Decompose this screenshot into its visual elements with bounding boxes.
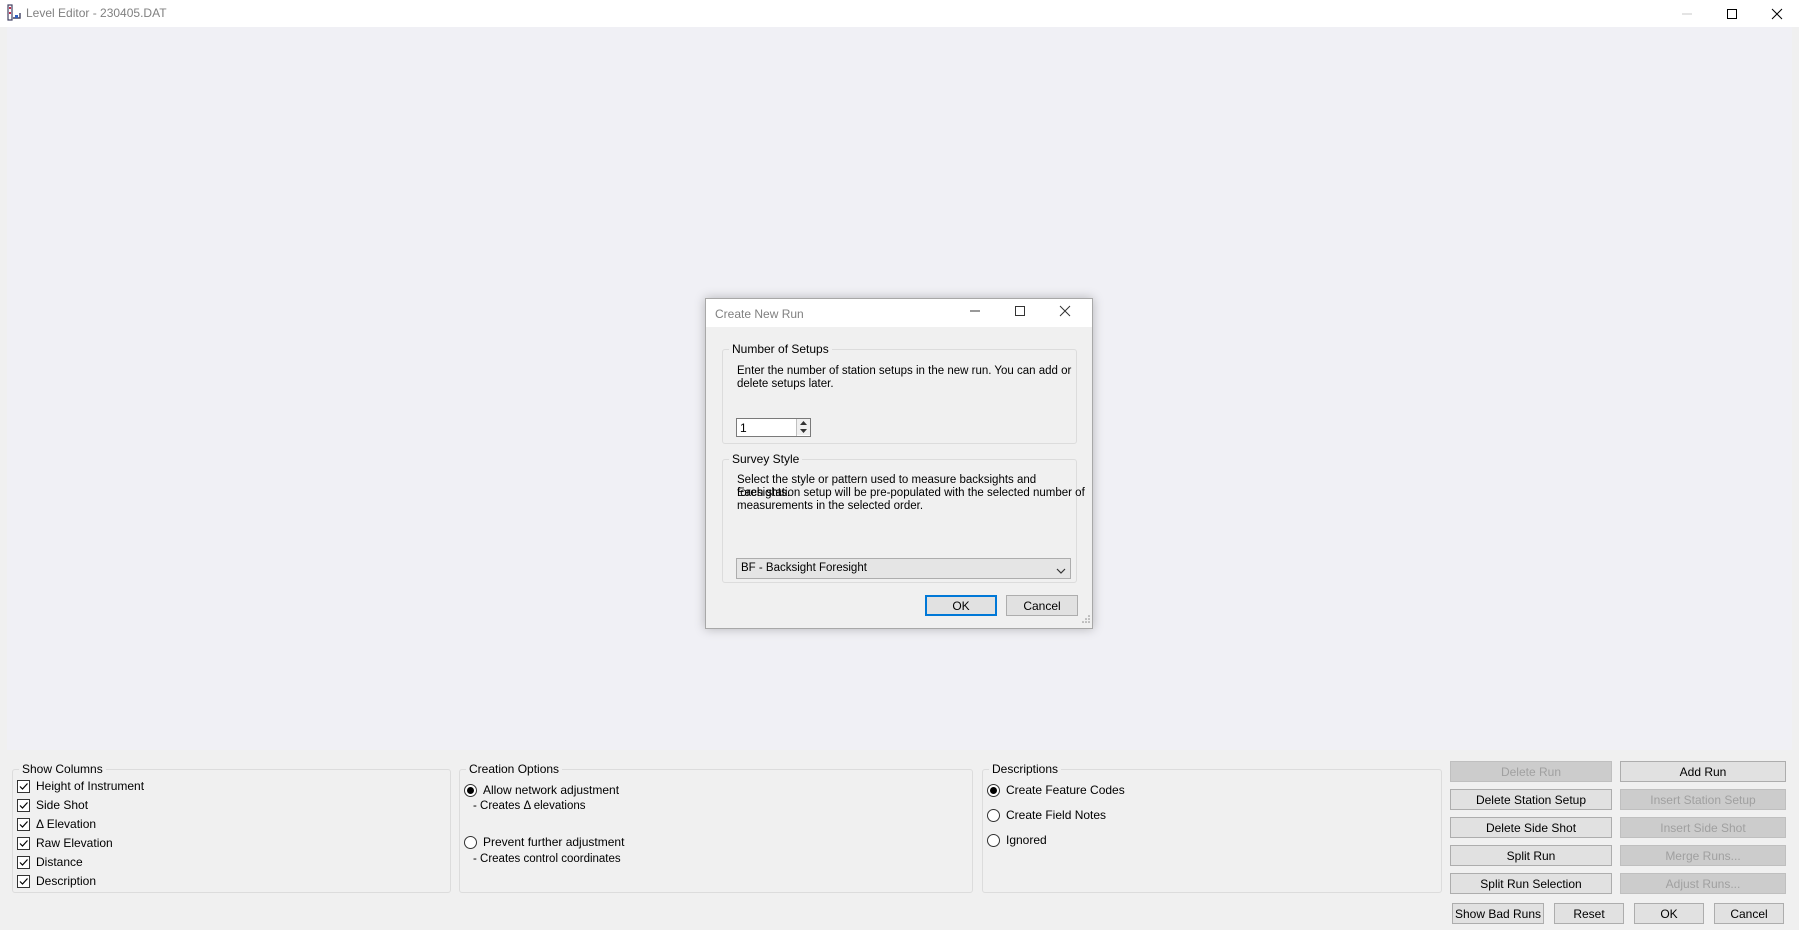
dialog-cancel-button[interactable]: Cancel [1006,595,1078,616]
checkbox-label: Side Shot [36,798,89,812]
create-new-run-dialog: Create New Run Number of Setups Enter th… [705,298,1093,629]
checkmark-icon [19,820,28,828]
checkmark-icon [19,877,28,885]
show-delta-elevation-checkbox[interactable]: Δ Elevation [17,816,96,832]
ignored-radio[interactable]: Ignored [987,832,1047,848]
prevent-adjustment-note: - Creates control coordinates [473,853,621,865]
radio-button[interactable] [464,783,477,797]
dialog-minimize-button[interactable] [969,305,985,321]
checkbox-box[interactable] [17,779,30,793]
add-run-button[interactable]: Add Run [1620,761,1786,782]
survey-style-value: BF - Backsight Foresight [741,562,867,574]
checkbox-label: Description [36,874,97,888]
prevent-further-adjustment-radio[interactable]: Prevent further adjustment [464,834,624,850]
descriptions-group: Descriptions Create Feature Codes Create… [982,762,1442,893]
split-run-selection-button[interactable]: Split Run Selection [1450,873,1612,894]
radio-label: Allow network adjustment [483,783,620,797]
level-editor-app-icon [6,4,22,21]
dialog-title-bar: Create New Run [706,299,1092,327]
show-distance-checkbox[interactable]: Distance [17,854,83,870]
allow-adjustment-note: - Creates Δ elevations [473,800,586,812]
maximize-icon [1726,8,1737,19]
checkbox-label: Distance [36,855,83,869]
show-description-checkbox[interactable]: Description [17,873,96,889]
chevron-down-icon [1056,564,1066,578]
title-bar: Level Editor - 230405.DAT [0,0,1799,27]
adjust-runs-button[interactable]: Adjust Runs... [1620,873,1786,894]
radio-button[interactable] [987,833,1000,847]
radio-button[interactable] [464,835,477,849]
delete-station-setup-button[interactable]: Delete Station Setup [1450,789,1612,810]
survey-style-dropdown[interactable]: BF - Backsight Foresight [736,558,1071,579]
allow-network-adjustment-radio[interactable]: Allow network adjustment [464,782,619,798]
dialog-ok-button[interactable]: OK [925,595,997,616]
delete-run-button[interactable]: Delete Run [1450,761,1612,782]
insert-station-setup-button[interactable]: Insert Station Setup [1620,789,1786,810]
show-columns-group: Show Columns Height of Instrument Side S… [12,762,451,893]
split-run-button[interactable]: Split Run [1450,845,1612,866]
checkbox-label: Raw Elevation [36,836,113,850]
checkbox-box[interactable] [17,855,30,869]
style-description-line2: Each station setup will be pre-populated… [737,487,1085,499]
create-field-notes-radio[interactable]: Create Field Notes [987,807,1106,823]
create-feature-codes-radio[interactable]: Create Feature Codes [987,782,1125,798]
dialog-close-button[interactable] [1059,305,1075,321]
spinner-down-arrow-icon[interactable] [797,427,810,435]
dialog-maximize-button[interactable] [1014,305,1030,321]
merge-runs-button[interactable]: Merge Runs... [1620,845,1786,866]
checkmark-icon [19,839,28,847]
descriptions-label: Descriptions [989,762,1062,776]
radio-label: Create Feature Codes [1006,783,1125,797]
show-bad-runs-button[interactable]: Show Bad Runs [1452,903,1544,924]
reset-button[interactable]: Reset [1554,903,1624,924]
show-columns-label: Show Columns [19,762,106,776]
radio-label: Prevent further adjustment [483,835,625,849]
resize-grip-icon[interactable] [1082,612,1090,626]
checkbox-box[interactable] [17,874,30,888]
checkbox-box[interactable] [17,836,30,850]
close-button[interactable] [1754,0,1799,27]
checkmark-icon [19,801,28,809]
minimize-icon [1681,13,1692,14]
insert-side-shot-button[interactable]: Insert Side Shot [1620,817,1786,838]
setups-description-line2: delete setups later. [737,378,834,390]
checkbox-box[interactable] [17,817,30,831]
ok-button[interactable]: OK [1634,903,1704,924]
minimize-button[interactable] [1664,0,1709,27]
show-raw-elevation-checkbox[interactable]: Raw Elevation [17,835,113,851]
show-side-shot-checkbox[interactable]: Side Shot [17,797,88,813]
maximize-icon [1015,306,1025,316]
close-icon [1059,305,1071,317]
checkmark-icon [19,782,28,790]
checkbox-box[interactable] [17,798,30,812]
minimize-icon [970,310,980,312]
survey-style-label: Survey Style [729,452,803,466]
dialog-title: Create New Run [715,307,804,321]
radio-label: Create Field Notes [1006,808,1107,822]
show-height-of-instrument-checkbox[interactable]: Height of Instrument [17,778,144,794]
checkmark-icon [19,858,28,866]
spinner-up-arrow-icon[interactable] [797,419,810,427]
maximize-button[interactable] [1709,0,1754,27]
cancel-button[interactable]: Cancel [1714,903,1784,924]
checkbox-label: Δ Elevation [36,817,97,831]
setups-value[interactable]: 1 [740,421,747,435]
checkbox-label: Height of Instrument [36,779,145,793]
radio-button[interactable] [987,783,1000,797]
number-of-setups-label: Number of Setups [729,342,832,356]
spinner-buttons [796,419,810,436]
style-description-line3: measurements in the selected order. [737,500,924,512]
radio-label: Ignored [1006,833,1047,847]
creation-options-group: Creation Options Allow network adjustmen… [459,762,973,893]
window-title: Level Editor - 230405.DAT [26,6,167,20]
delete-side-shot-button[interactable]: Delete Side Shot [1450,817,1612,838]
setups-description-line1: Enter the number of station setups in th… [737,365,1072,377]
number-of-setups-spinner[interactable]: 1 [736,418,811,437]
creation-options-label: Creation Options [466,762,563,776]
radio-button[interactable] [987,808,1000,822]
close-icon [1771,8,1782,19]
